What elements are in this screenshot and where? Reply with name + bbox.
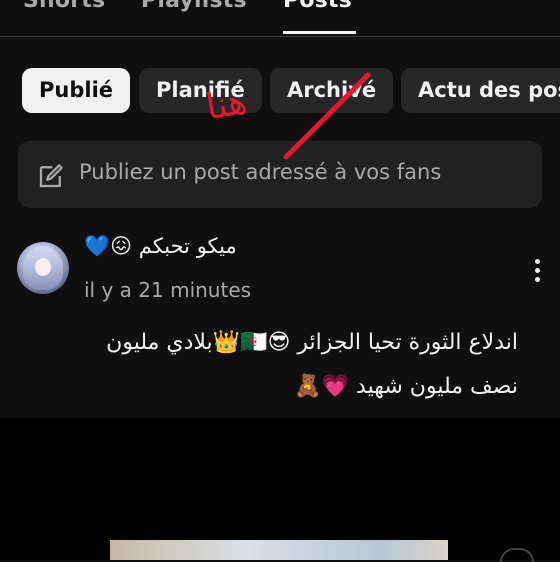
post-body: اندلاع الثورة تحيا الجزائر 😎🇩🇿👑بلادي ملي…	[18, 321, 518, 409]
post-media-area	[0, 418, 560, 560]
avatar[interactable]	[17, 242, 69, 294]
avatar-face	[35, 258, 51, 276]
post-author[interactable]: ميكو تحبكم 😖💙	[84, 234, 274, 268]
post-body-line-1: اندلاع الثورة تحيا الجزائر 😎🇩🇿👑بلادي ملي…	[106, 330, 518, 355]
post-time: il y a 21 minutes	[84, 278, 252, 302]
post-author-name: ميكو تحبكم 😖💙	[84, 234, 237, 258]
post-body-line-2: نصف مليون شهيد 💗🧸	[294, 374, 518, 399]
annotation-handwriting: هنا	[203, 80, 251, 129]
more-vert-icon[interactable]	[531, 259, 543, 283]
post-image[interactable]	[110, 540, 448, 560]
